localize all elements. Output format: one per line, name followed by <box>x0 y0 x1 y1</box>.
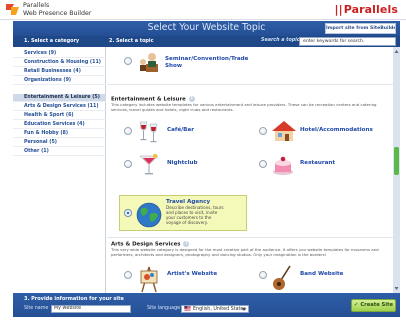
category-item[interactable]: Arts & Design Services (11) <box>13 103 106 112</box>
title-band: Select Your Website Topic Import site fr… <box>13 21 400 36</box>
checkmark-icon: ✔ <box>353 302 359 308</box>
topic-radio-travel[interactable] <box>124 209 132 217</box>
site-language-select[interactable]: English, United States <box>181 305 249 313</box>
wine-glasses-icon <box>139 121 158 143</box>
site-name-label: Site name <box>24 306 49 311</box>
topic-name-seminar[interactable]: Seminar/Convention/Trade Show <box>165 56 248 69</box>
category-item[interactable]: Fun & Hobby (8) <box>13 130 106 139</box>
topic-name-artist[interactable]: Artist's Website <box>167 271 217 278</box>
topic-radio-hotel[interactable] <box>259 127 267 135</box>
chevron-up-icon[interactable] <box>394 49 399 54</box>
topic-radio-nightclub[interactable] <box>124 160 132 168</box>
category-item[interactable]: Other (1) <box>13 148 106 157</box>
category-item[interactable]: Organizations (9) <box>13 77 106 86</box>
category-item[interactable]: Construction & Housing (11) <box>13 59 106 68</box>
site-name-input[interactable]: My website <box>51 305 131 313</box>
chevron-down-icon <box>242 308 246 311</box>
section-description-entertainment: This category includes website templates… <box>111 102 377 112</box>
guitar-icon <box>273 265 291 290</box>
globe-icon <box>136 202 162 228</box>
site-info-title: 3. Provide information for your site <box>24 296 124 302</box>
topic-radio-cafe[interactable] <box>124 127 132 135</box>
column-header: 1. Select a category 2. Select a topic S… <box>13 36 400 47</box>
scrollbar-thumb[interactable] <box>394 147 399 175</box>
search-topic-label: Search a topic <box>261 38 300 43</box>
topic-name-restaurant[interactable]: Restaurant <box>300 160 335 167</box>
section-divider <box>107 237 393 238</box>
category-list: Services (9) Construction & Housing (11)… <box>13 47 106 293</box>
easel-icon <box>140 266 158 293</box>
topic-radio-artist[interactable] <box>124 271 132 279</box>
house-icon <box>272 121 296 141</box>
presenter-icon <box>140 53 158 72</box>
cocktail-icon <box>139 154 159 175</box>
topic-radio-restaurant[interactable] <box>259 160 267 168</box>
selected-topic-card[interactable]: Travel Agency Describe destinations, tou… <box>119 195 247 231</box>
us-flag-icon <box>184 306 191 311</box>
topic-column-title: 2. Select a topic <box>109 38 154 44</box>
topic-radio-band[interactable] <box>259 271 267 279</box>
category-item[interactable]: Health & Sport (6) <box>13 112 106 121</box>
create-site-button[interactable]: ✔ Create Site <box>351 299 396 312</box>
category-item-selected[interactable]: Entertainment & Leisure (5) <box>13 94 106 103</box>
site-info-footer: 3. Provide information for your site Sit… <box>13 293 400 317</box>
app-header: Parallels Web Presence Builder ||Paralle… <box>0 0 406 20</box>
topic-pane: Seminar/Convention/Trade Show Entertainm… <box>107 47 393 293</box>
topic-description-travel: Describe destinations, tours and places … <box>166 205 224 225</box>
section-description-arts: This very wide website category is desig… <box>111 247 379 257</box>
cake-icon <box>273 156 293 175</box>
product-name: Parallels Web Presence Builder <box>23 2 92 17</box>
category-item[interactable]: Education Services (4) <box>13 121 106 130</box>
category-column-title: 1. Select a category <box>24 38 80 44</box>
category-item[interactable]: Personal (5) <box>13 139 106 148</box>
chevron-down-icon[interactable] <box>394 286 399 291</box>
import-site-button[interactable]: Import site from SiteBuilder 4.5. <box>325 23 396 34</box>
topic-name-band[interactable]: Band Website <box>300 271 343 278</box>
topic-scrollbar[interactable] <box>393 47 400 293</box>
topic-name-hotel[interactable]: Hotel/Accommodations <box>300 127 373 134</box>
category-item[interactable]: Retail Businesses (4) <box>13 68 106 77</box>
topic-name-nightclub[interactable]: Nightclub <box>167 160 197 167</box>
topic-name-cafe[interactable]: Café/Bar <box>167 127 194 134</box>
search-topic-input[interactable]: enter keywords for search. <box>299 37 396 46</box>
site-language-label: Site language <box>147 306 181 311</box>
website-topic-wizard: Parallels Web Presence Builder ||Paralle… <box>0 0 406 321</box>
parallels-logo-icon <box>6 4 19 15</box>
section-divider <box>107 84 393 85</box>
parallels-brand: ||Parallels <box>334 3 398 16</box>
category-item[interactable]: Services (9) <box>13 50 106 59</box>
topic-radio-seminar[interactable] <box>124 57 132 65</box>
